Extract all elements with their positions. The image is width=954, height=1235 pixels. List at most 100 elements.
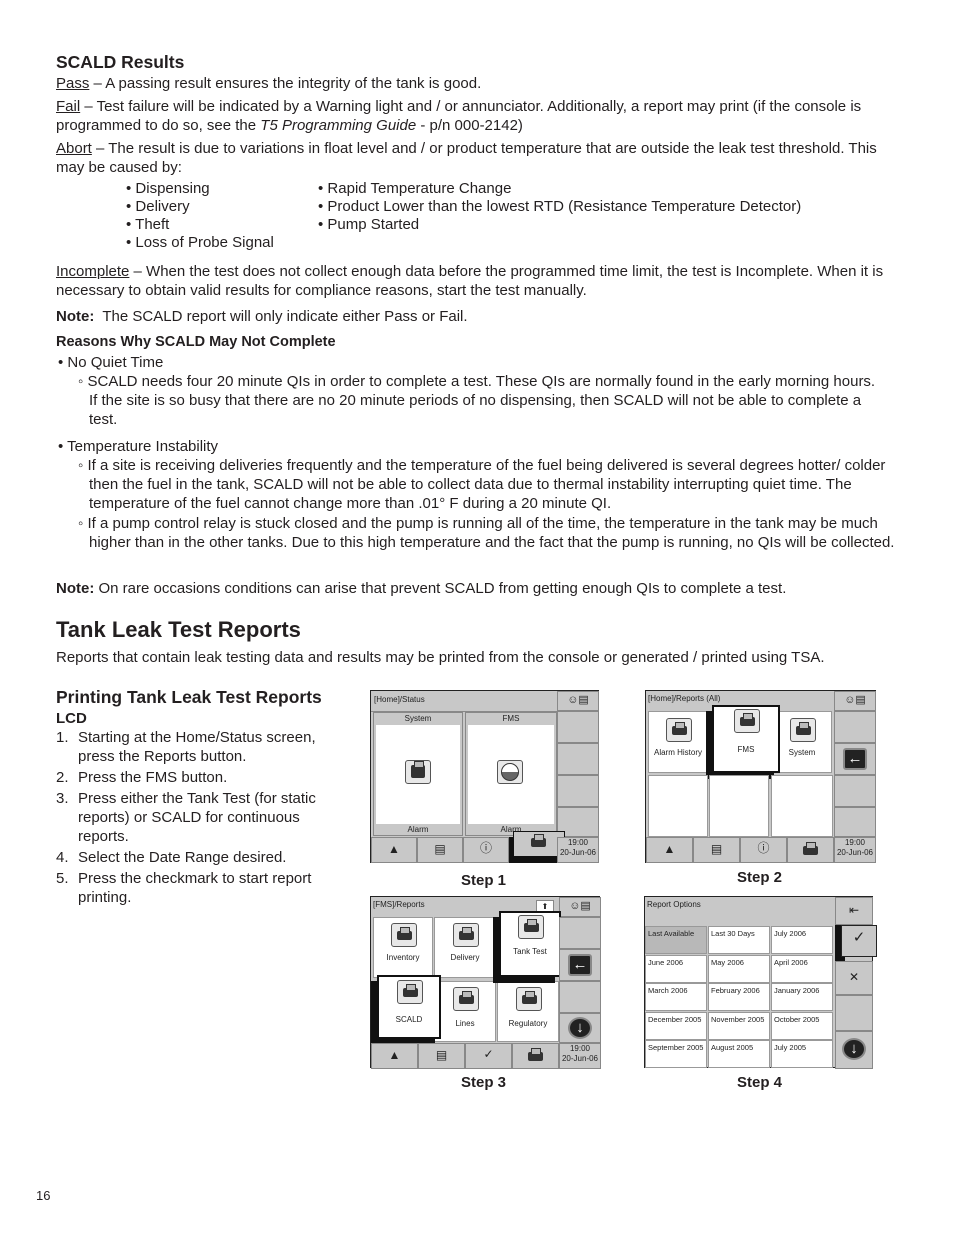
step4-caption: Step 4 (737, 1074, 783, 1091)
note-paragraph: Note: The SCALD report will only indicat… (56, 307, 906, 326)
step-item: 3. Press either the Tank Test (for static… (56, 790, 316, 845)
side-button[interactable] (834, 775, 876, 807)
scroll-down-button[interactable]: ↓ (835, 1031, 873, 1069)
home-button[interactable]: ▲ (371, 837, 417, 863)
datetime-display: 19:00 20-Jun-06 (834, 837, 876, 863)
cause-item: • Theft (126, 216, 170, 233)
note2-label: Note: (56, 580, 95, 597)
list-button[interactable]: ▤ (418, 1043, 465, 1069)
cause-item: • Dispensing (126, 180, 210, 197)
screen-title: [Home]/Reports (All) (648, 694, 721, 703)
list-button[interactable]: ▤ (417, 837, 463, 863)
monitor-icon (405, 760, 431, 784)
system-button[interactable]: System (772, 711, 832, 773)
note2-text: On rare occasions conditions can arise t… (94, 580, 787, 597)
report-option[interactable]: November 2005 (708, 1011, 770, 1040)
report-option[interactable]: October 2005 (771, 1011, 833, 1040)
back-button[interactable]: ← (834, 743, 876, 775)
pass-term: Pass (56, 75, 90, 92)
side-button[interactable] (557, 743, 599, 775)
side-button[interactable] (834, 711, 876, 743)
panel-label: System (404, 714, 432, 723)
report-option[interactable]: Last 30 Days (708, 926, 770, 954)
alarm-button[interactable]: ⓘ (463, 837, 509, 863)
report-option[interactable]: February 2006 (708, 983, 770, 1011)
user-icon-button[interactable]: ☺▤ (559, 897, 601, 917)
side-button[interactable] (557, 711, 599, 743)
inventory-button[interactable]: Inventory (373, 917, 433, 978)
report-option[interactable]: June 2006 (645, 954, 707, 983)
side-button[interactable] (834, 807, 876, 837)
datetime-display: 19:00 20-Jun-06 (559, 1043, 601, 1069)
tank-test-button[interactable]: Tank Test (499, 911, 561, 977)
user-icon-button[interactable]: ☺▤ (834, 691, 876, 711)
report-option[interactable]: April 2006 (771, 954, 833, 983)
screen-title: [Home]/Status (374, 695, 425, 704)
cause-item: • Delivery (126, 198, 190, 215)
incomplete-paragraph: Incomplete – When the test does not coll… (56, 262, 906, 300)
step-item: 1. Starting at the Home/Status screen, pr… (56, 729, 316, 765)
report-option[interactable]: March 2006 (645, 983, 707, 1011)
incomplete-term: Incomplete (56, 263, 130, 280)
report-option[interactable]: September 2005 (645, 1040, 707, 1068)
lines-button[interactable]: Lines (434, 981, 496, 1042)
step-item: 2. Press the FMS button. (56, 769, 228, 786)
step-item: 4. Select the Date Range desired. (56, 849, 287, 866)
reports-button[interactable] (512, 1043, 559, 1069)
report-option[interactable]: Last Available (645, 926, 707, 954)
user-icon-button[interactable]: ☺▤ (557, 691, 599, 711)
note2-paragraph: Note: On rare occasions conditions can a… (56, 579, 906, 598)
regulatory-button[interactable]: Regulatory (497, 981, 559, 1042)
side-button[interactable] (557, 775, 599, 807)
cancel-button[interactable]: ✕ (835, 961, 873, 995)
panel-label: FMS (502, 714, 520, 723)
report-option[interactable]: January 2006 (771, 983, 833, 1011)
cause-item: • Loss of Probe Signal (126, 234, 274, 251)
report-option[interactable]: July 2006 (771, 926, 833, 954)
home-button[interactable]: ▲ (646, 837, 693, 863)
lcd-screen-step1: [Home]/Status ☺▤ System Alarm FMS Alarm … (370, 690, 599, 863)
lcd-screen-step3: [FMS]/Reports ⬆ ☺▤ Inventory Delivery Li… (370, 896, 601, 1069)
step3-caption: Step 3 (461, 1074, 507, 1091)
list-button[interactable]: ▤ (693, 837, 740, 863)
reason2-detail-2: ◦ If a pump control relay is stuck close… (78, 515, 895, 551)
cause-item: • Pump Started (318, 216, 420, 233)
printing-heading: Printing Tank Leak Test Reports (56, 687, 322, 707)
screen-title: [FMS]/Reports (373, 900, 425, 909)
fms-button[interactable]: FMS (712, 705, 780, 773)
scald-button[interactable]: SCALD (377, 975, 441, 1039)
pass-text: – A passing result ensures the integrity… (89, 75, 482, 92)
side-button[interactable] (835, 995, 873, 1031)
report-options-grid: Last Available Last 30 Days July 2006 June … (645, 926, 836, 1069)
reason-temperature-instability: • Temperature Instability (58, 438, 219, 455)
system-panel[interactable]: System Alarm (373, 712, 463, 836)
checkmark-button[interactable]: ✓ (841, 925, 877, 957)
incomplete-text: – When the test does not collect enough … (56, 263, 884, 299)
scald-heading: SCALD Results (56, 52, 185, 72)
report-option[interactable]: December 2005 (645, 1011, 707, 1040)
fail-term: Fail (56, 98, 81, 115)
pass-paragraph: Pass – A passing result ensures the inte… (56, 74, 906, 93)
alarm-button[interactable]: ⓘ (740, 837, 787, 863)
reason1-detail: ◦ SCALD needs four 20 minute QIs in orde… (78, 373, 876, 428)
back-button[interactable]: ← (559, 949, 601, 981)
fms-panel[interactable]: FMS Alarm (465, 712, 557, 836)
home-button[interactable]: ▲ (371, 1043, 418, 1069)
reports-button[interactable] (787, 837, 834, 863)
causes-left: • Dispensing • Delivery • Theft • Loss o… (126, 179, 274, 252)
scroll-down-button[interactable]: ↓ (559, 1013, 601, 1043)
alarm-history-button[interactable]: Alarm History (648, 711, 708, 773)
causes-right: • Rapid Temperature Change • Product Low… (318, 179, 801, 234)
screen-title: Report Options (647, 900, 701, 909)
report-option[interactable]: August 2005 (708, 1040, 770, 1068)
cause-item: • Rapid Temperature Change (318, 180, 512, 197)
side-button[interactable] (559, 981, 601, 1013)
abort-paragraph: Abort – The result is due to variations … (56, 139, 906, 177)
report-option[interactable]: May 2006 (708, 954, 770, 983)
check-button[interactable]: ✓ (465, 1043, 512, 1069)
note-label: Note: (56, 308, 95, 325)
side-button[interactable] (559, 917, 601, 949)
exit-button[interactable]: ⇤ (835, 897, 873, 925)
report-option[interactable]: July 2005 (771, 1040, 833, 1068)
delivery-button[interactable]: Delivery (434, 917, 496, 978)
